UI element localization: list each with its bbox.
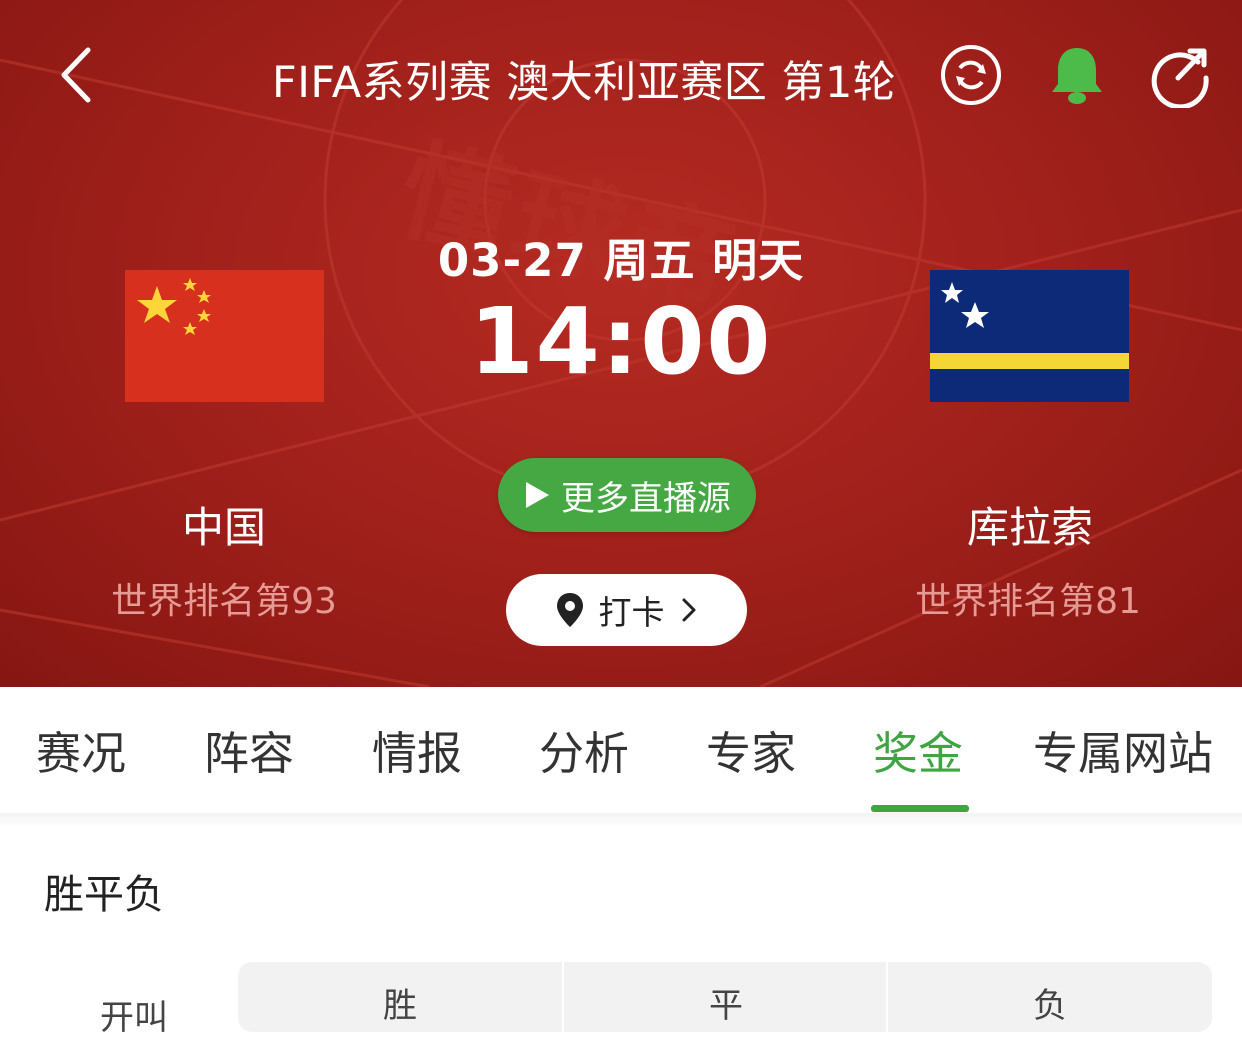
curacao-flag-icon[interactable] bbox=[930, 270, 1129, 402]
odds-row-label: 开叫 bbox=[100, 998, 168, 1038]
odds-table-header: 胜 平 负 bbox=[238, 962, 1212, 1032]
odds-col-lose: 负 bbox=[1033, 986, 1067, 1026]
odds-col-draw: 平 bbox=[709, 986, 743, 1026]
notify-button[interactable] bbox=[1044, 42, 1110, 108]
china-flag-icon[interactable] bbox=[125, 270, 324, 402]
tab-bonus[interactable]: 奖金 bbox=[873, 717, 963, 782]
home-team-name[interactable]: 中国 bbox=[74, 494, 374, 555]
bell-icon bbox=[1052, 48, 1102, 104]
section-title-odds: 胜平负 bbox=[44, 872, 164, 918]
chevron-right-icon bbox=[682, 598, 695, 622]
page-title: FIFA系列赛 澳大利亚赛区 第1轮 bbox=[272, 58, 897, 108]
match-header: 懂球帝 FIFA系列赛 澳大利亚赛区 第1轮 03-27 周五 明天 14:00… bbox=[0, 0, 1242, 687]
live-button-label: 更多直播源 bbox=[561, 478, 731, 519]
location-pin-icon bbox=[556, 593, 583, 627]
tab-match-status[interactable]: 赛况 bbox=[36, 717, 126, 782]
tab-experts[interactable]: 专家 bbox=[706, 717, 796, 782]
away-team-rank: 世界排名第81 bbox=[915, 581, 1141, 622]
tab-shadow bbox=[0, 813, 1242, 827]
checkin-label: 打卡 bbox=[598, 593, 665, 632]
tab-bar: 赛况 阵容 情报 分析 专家 奖金 专属网站 bbox=[0, 687, 1242, 814]
share-button[interactable] bbox=[1148, 42, 1214, 110]
back-button[interactable] bbox=[52, 40, 112, 110]
refresh-cycle-icon bbox=[941, 45, 1001, 105]
away-team-name[interactable]: 库拉索 bbox=[880, 494, 1180, 555]
home-team-rank: 世界排名第93 bbox=[111, 581, 337, 622]
odds-col-win: 胜 bbox=[383, 986, 417, 1026]
back-chevron-icon bbox=[61, 47, 91, 103]
more-live-sources-button[interactable]: 更多直播源 bbox=[498, 458, 756, 532]
refresh-button[interactable] bbox=[938, 42, 1004, 108]
tab-intel[interactable]: 情报 bbox=[372, 717, 462, 782]
play-icon bbox=[526, 482, 549, 508]
share-icon bbox=[1151, 48, 1209, 110]
top-bar: FIFA系列赛 澳大利亚赛区 第1轮 bbox=[0, 0, 1242, 150]
tab-exclusive-site[interactable]: 专属网站 bbox=[1033, 717, 1213, 782]
checkin-button[interactable]: 打卡 bbox=[506, 574, 747, 646]
active-tab-indicator bbox=[871, 805, 969, 812]
tab-analysis[interactable]: 分析 bbox=[539, 717, 629, 782]
tab-lineup[interactable]: 阵容 bbox=[204, 717, 294, 782]
